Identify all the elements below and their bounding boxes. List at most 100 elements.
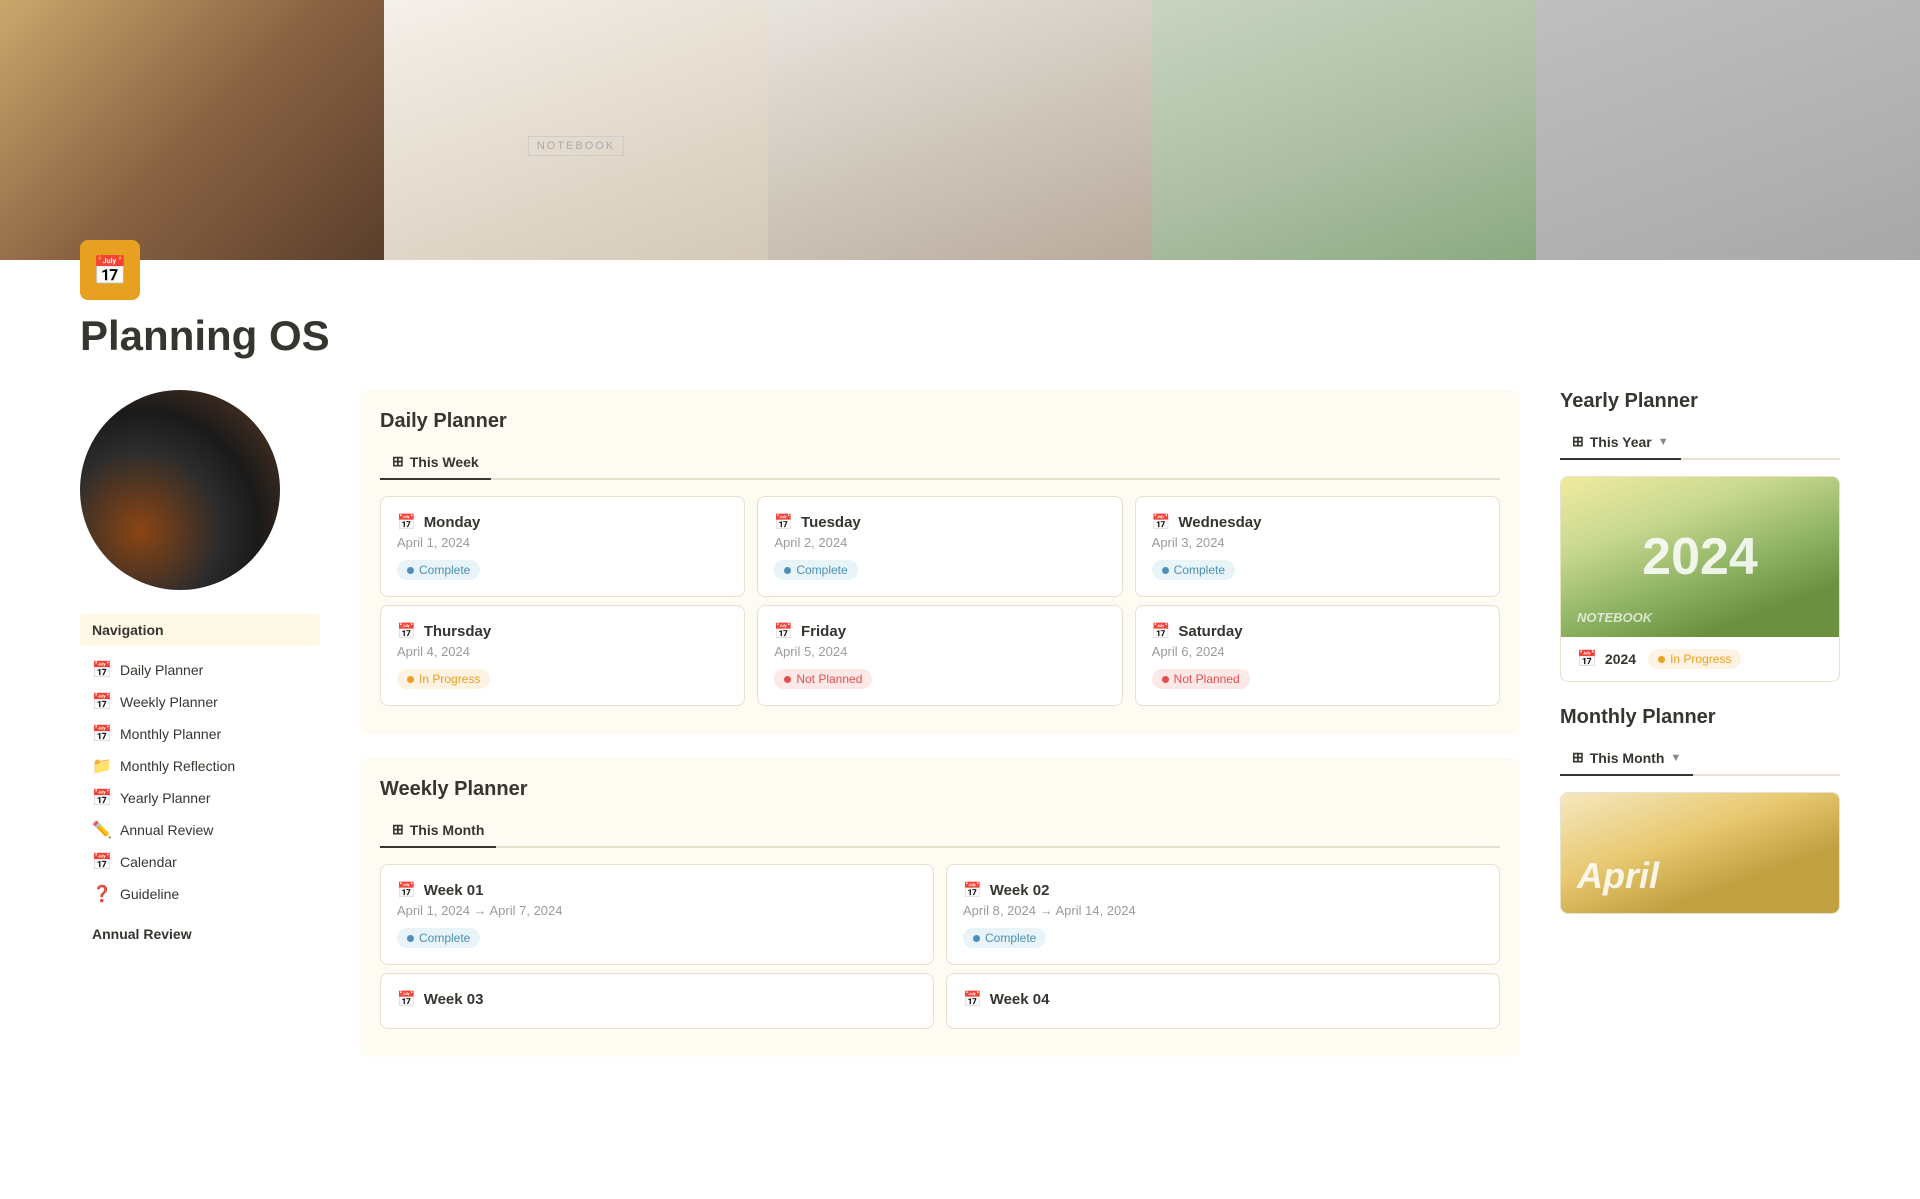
cal-icon-week04: 📅 xyxy=(963,990,982,1008)
weekly-planner-tab-bar: ⊞ This Month xyxy=(380,813,1500,848)
calendar-icon-cal: 📅 xyxy=(92,852,112,872)
avatar xyxy=(80,390,280,590)
tab-this-year[interactable]: ⊞ This Year ▼ xyxy=(1560,425,1681,460)
daily-planner-tab-bar: ⊞ This Week xyxy=(380,445,1500,480)
sidebar-label-yearly-planner: Yearly Planner xyxy=(120,790,211,806)
week-card-04[interactable]: 📅 Week 04 xyxy=(946,973,1500,1029)
calendar-icon-monthly: 📅 xyxy=(92,724,112,744)
badge-saturday: Not Planned xyxy=(1152,669,1250,689)
main-layout: Navigation 📅 Daily Planner 📅 Weekly Plan… xyxy=(0,390,1920,1081)
header-img-3 xyxy=(768,0,1152,260)
year-card-2024[interactable]: 2024 NOTEBOOK 📅 2024 In Progress xyxy=(1560,476,1840,682)
daily-planner-section: Daily Planner ⊞ This Week 📅 Monday April… xyxy=(360,390,1520,734)
cal-icon-tuesday: 📅 xyxy=(774,513,793,531)
sidebar-nav: 📅 Daily Planner 📅 Weekly Planner 📅 Month… xyxy=(80,654,320,910)
calendar-icon-daily: 📅 xyxy=(92,660,112,680)
yearly-planner-tab-bar: ⊞ This Year ▼ xyxy=(1560,425,1840,460)
sidebar-item-monthly-reflection[interactable]: 📁 Monthly Reflection xyxy=(80,750,320,782)
daily-row-1: 📅 Monday April 1, 2024 Complete 📅 Tuesda… xyxy=(380,496,1500,597)
sidebar: Navigation 📅 Daily Planner 📅 Weekly Plan… xyxy=(80,390,320,1081)
avatar-image xyxy=(80,390,280,590)
daily-planner-title: Daily Planner xyxy=(380,410,1500,433)
sidebar-item-calendar[interactable]: 📅 Calendar xyxy=(80,846,320,878)
monthly-planner-section: Monthly Planner ⊞ This Month ▼ April xyxy=(1560,706,1840,914)
calendar-icon-weekly: 📅 xyxy=(92,692,112,712)
cal-icon-monday: 📅 xyxy=(397,513,416,531)
header-img-2: NOTEBOOK xyxy=(384,0,768,260)
page-title-area: Planning OS xyxy=(0,300,1920,390)
tab-this-month[interactable]: ⊞ This Month xyxy=(380,813,496,848)
page-title: Planning OS xyxy=(80,312,1840,360)
badge-tuesday: Complete xyxy=(774,560,857,580)
cal-icon-week01: 📅 xyxy=(397,881,416,899)
sidebar-label-monthly-planner: Monthly Planner xyxy=(120,726,221,742)
badge-year: In Progress xyxy=(1648,649,1741,669)
badge-week02: Complete xyxy=(963,928,1046,948)
calendar-icon-yearly: 📅 xyxy=(92,788,112,808)
day-card-friday[interactable]: 📅 Friday April 5, 2024 Not Planned xyxy=(757,605,1122,706)
sidebar-item-annual-review[interactable]: ✏️ Annual Review xyxy=(80,814,320,846)
cal-icon-saturday: 📅 xyxy=(1152,622,1171,640)
tab-this-month-right[interactable]: ⊞ This Month ▼ xyxy=(1560,741,1693,776)
sidebar-item-guideline[interactable]: ❓ Guideline xyxy=(80,878,320,910)
content-right: Yearly Planner ⊞ This Year ▼ 2024 NOTEBO… xyxy=(1560,390,1840,1081)
pencil-icon-annual: ✏️ xyxy=(92,820,112,840)
sidebar-label-monthly-reflection: Monthly Reflection xyxy=(120,758,235,774)
sidebar-label-daily-planner: Daily Planner xyxy=(120,662,203,678)
badge-week01: Complete xyxy=(397,928,480,948)
cal-icon-week02: 📅 xyxy=(963,881,982,899)
tab-this-week[interactable]: ⊞ This Week xyxy=(380,445,491,480)
content-center: Daily Planner ⊞ This Week 📅 Monday April… xyxy=(360,390,1520,1081)
weekly-row-2: 📅 Week 03 📅 Week 04 xyxy=(380,973,1500,1029)
day-card-thursday[interactable]: 📅 Thursday April 4, 2024 In Progress xyxy=(380,605,745,706)
sidebar-label-weekly-planner: Weekly Planner xyxy=(120,694,218,710)
yearly-planner-section: Yearly Planner ⊞ This Year ▼ 2024 NOTEBO… xyxy=(1560,390,1840,682)
chevron-down-icon-year: ▼ xyxy=(1658,436,1669,448)
badge-monday: Complete xyxy=(397,560,480,580)
chevron-down-icon-month: ▼ xyxy=(1670,752,1681,764)
month-card-april[interactable]: April xyxy=(1560,792,1840,914)
sidebar-item-yearly-planner[interactable]: 📅 Yearly Planner xyxy=(80,782,320,814)
grid-icon-month-right: ⊞ xyxy=(1572,749,1584,766)
weekly-row-1: 📅 Week 01 April 1, 2024 → April 7, 2024 … xyxy=(380,864,1500,965)
notebook-overlay: NOTEBOOK xyxy=(1577,610,1652,625)
year-card-image: 2024 NOTEBOOK xyxy=(1561,477,1839,637)
week-card-03[interactable]: 📅 Week 03 xyxy=(380,973,934,1029)
sidebar-item-weekly-planner[interactable]: 📅 Weekly Planner xyxy=(80,686,320,718)
sidebar-label-guideline: Guideline xyxy=(120,886,179,902)
day-card-wednesday[interactable]: 📅 Wednesday April 3, 2024 Complete xyxy=(1135,496,1500,597)
badge-friday: Not Planned xyxy=(774,669,872,689)
cal-icon-thursday: 📅 xyxy=(397,622,416,640)
badge-thursday: In Progress xyxy=(397,669,490,689)
page-icon: 📅 xyxy=(80,240,140,300)
badge-wednesday: Complete xyxy=(1152,560,1235,580)
sidebar-item-monthly-planner[interactable]: 📅 Monthly Planner xyxy=(80,718,320,750)
month-card-image: April xyxy=(1561,793,1839,913)
notebook-label: NOTEBOOK xyxy=(528,136,624,156)
day-card-tuesday[interactable]: 📅 Tuesday April 2, 2024 Complete xyxy=(757,496,1122,597)
grid-icon-week: ⊞ xyxy=(392,453,404,470)
cal-icon-week03: 📅 xyxy=(397,990,416,1008)
header-img-1 xyxy=(0,0,384,260)
header-img-5 xyxy=(1536,0,1920,260)
cal-icon-year: 📅 xyxy=(1577,649,1597,669)
daily-row-2: 📅 Thursday April 4, 2024 In Progress 📅 F… xyxy=(380,605,1500,706)
day-card-saturday[interactable]: 📅 Saturday April 6, 2024 Not Planned xyxy=(1135,605,1500,706)
grid-icon-year: ⊞ xyxy=(1572,433,1584,450)
weekly-planner-section: Weekly Planner ⊞ This Month 📅 Week 01 Ap… xyxy=(360,758,1520,1057)
cal-icon-wednesday: 📅 xyxy=(1152,513,1171,531)
monthly-planner-title: Monthly Planner xyxy=(1560,706,1840,729)
navigation-heading: Navigation xyxy=(80,614,320,646)
folder-icon-reflection: 📁 xyxy=(92,756,112,776)
week-card-02[interactable]: 📅 Week 02 April 8, 2024 → April 14, 2024… xyxy=(946,864,1500,965)
week-card-01[interactable]: 📅 Week 01 April 1, 2024 → April 7, 2024 … xyxy=(380,864,934,965)
page-icon-area: 📅 xyxy=(0,240,1920,300)
yearly-planner-title: Yearly Planner xyxy=(1560,390,1840,413)
cal-icon-friday: 📅 xyxy=(774,622,793,640)
annual-review-heading: Annual Review xyxy=(92,926,320,942)
sidebar-item-daily-planner[interactable]: 📅 Daily Planner xyxy=(80,654,320,686)
header-img-4 xyxy=(1152,0,1536,260)
grid-icon-month: ⊞ xyxy=(392,821,404,838)
day-card-monday[interactable]: 📅 Monday April 1, 2024 Complete xyxy=(380,496,745,597)
sidebar-label-annual-review: Annual Review xyxy=(120,822,213,838)
